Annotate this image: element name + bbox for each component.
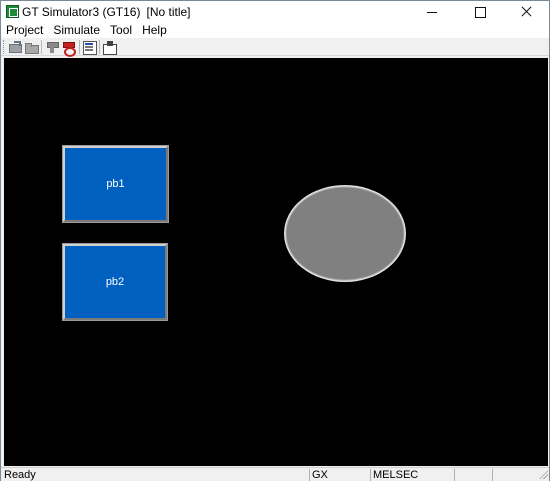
open-folder-icon[interactable]: [24, 40, 39, 54]
pushbutton-pb1[interactable]: pb1: [63, 146, 168, 222]
device-settings-icon[interactable]: [102, 40, 117, 55]
status-text: Ready: [4, 469, 36, 481]
toolbar-separator: [79, 40, 80, 54]
status-connection: GX Simulator2: [309, 469, 369, 481]
pushbutton-pb2-label: pb2: [105, 276, 125, 288]
toolbar: [1, 38, 549, 57]
start-simulation-icon[interactable]: [45, 40, 59, 54]
toolbar-separator: [99, 40, 100, 54]
minimize-button[interactable]: [409, 1, 455, 23]
stop-simulation-icon[interactable]: [61, 40, 76, 57]
window-title-app: GT Simulator3 (GT16): [22, 5, 141, 19]
device-monitor-icon[interactable]: [82, 40, 97, 55]
status-plc-type: MELSEC: [370, 469, 453, 481]
resize-grip[interactable]: [539, 470, 548, 479]
open-project-icon[interactable]: [8, 40, 22, 54]
menu-help[interactable]: Help: [137, 24, 172, 38]
app-icon[interactable]: [6, 5, 19, 18]
maximize-button[interactable]: [457, 1, 503, 23]
lamp-indicator: [284, 185, 406, 282]
menu-project[interactable]: Project: [1, 24, 48, 38]
toolbar-grip[interactable]: [3, 40, 6, 54]
status-pane-5: [492, 469, 538, 481]
lamp-body: [285, 186, 405, 281]
pushbutton-pb1-label: pb1: [106, 178, 125, 190]
menu-bar: Project Simulate Tool Help: [1, 23, 549, 38]
close-button[interactable]: [503, 1, 549, 23]
window-title-project: [No title]: [146, 5, 191, 19]
status-pane-4: [454, 469, 491, 481]
status-bar: Ready GX Simulator2 MELSEC: [1, 467, 549, 481]
window-title: GT Simulator3 (GT16) [No title]: [22, 5, 191, 19]
hmi-screen: pb1 pb2: [4, 58, 548, 466]
title-bar[interactable]: GT Simulator3 (GT16) [No title]: [1, 1, 549, 23]
menu-simulate[interactable]: Simulate: [48, 24, 105, 38]
gt-simulator-window: GT Simulator3 (GT16) [No title] Project S…: [0, 0, 550, 481]
toolbar-separator: [41, 40, 42, 54]
pushbutton-pb2[interactable]: pb2: [63, 244, 167, 320]
menu-tool[interactable]: Tool: [105, 24, 137, 38]
